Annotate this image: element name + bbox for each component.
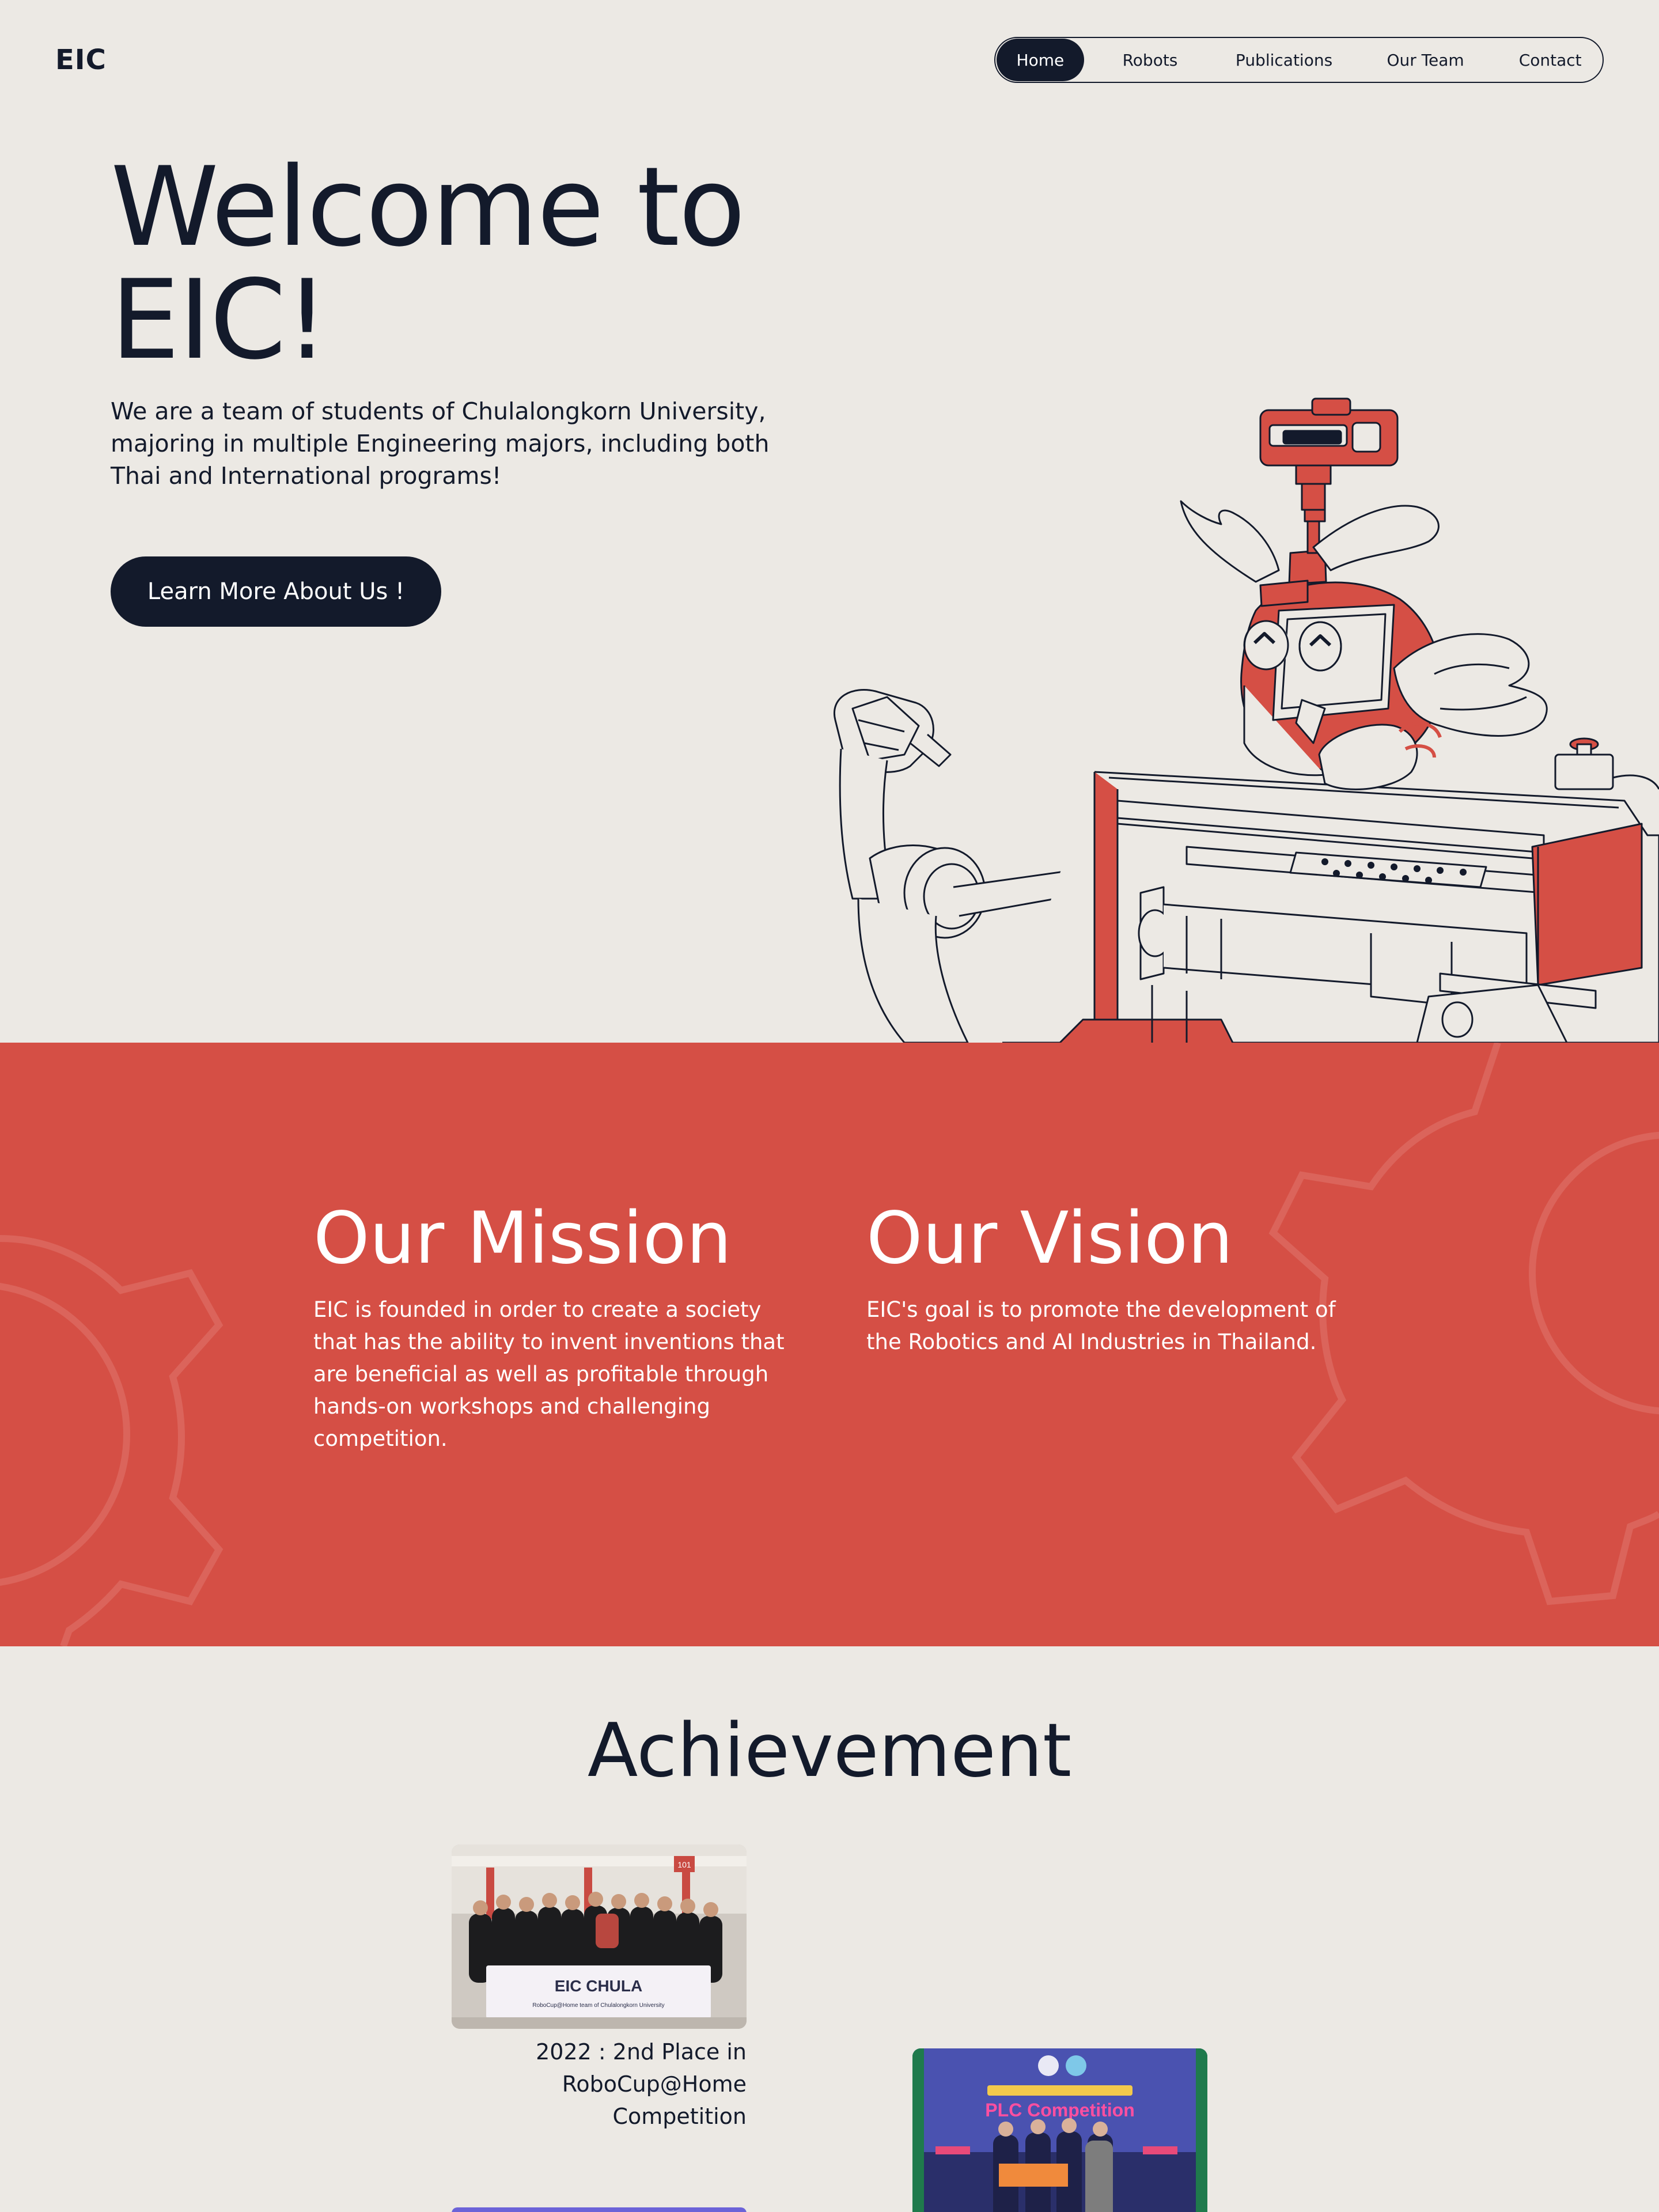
plc-banner-title: PLC Competition — [985, 2100, 1135, 2120]
hero-title: Welcome to EIC! — [111, 151, 917, 377]
site-logo[interactable]: EIC — [55, 44, 107, 76]
achievement-photo-plc[interactable]: PLC Competition — [912, 2048, 1207, 2212]
hero-title-line2: EIC! — [111, 256, 329, 384]
learn-more-button[interactable]: Learn More About Us ! — [111, 556, 441, 627]
banner-title: EIC CHULA — [555, 1977, 642, 1995]
robot-illustration — [834, 397, 1659, 1043]
main-nav: Home Robots Publications Our Team Contac… — [994, 37, 1604, 83]
mission-vision-section: Our Mission EIC is founded in order to c… — [0, 1043, 1659, 1646]
hero-description: We are a team of students of Chulalongko… — [111, 397, 770, 490]
achievement-photo-third[interactable] — [452, 2207, 747, 2212]
achievement-photo-robocup[interactable]: 101 EIC CHULA RoboCup@Home team of Chula… — [452, 1844, 747, 2029]
nav-publications[interactable]: Publications — [1216, 39, 1352, 81]
vision-title: Our Vision — [866, 1197, 1233, 1280]
banner-subtitle: RoboCup@Home team of Chulalongkorn Unive… — [532, 2002, 664, 2009]
nav-robots[interactable]: Robots — [1084, 39, 1217, 81]
nav-contact[interactable]: Contact — [1499, 39, 1601, 81]
booth-number: 101 — [677, 1860, 691, 1869]
nav-our-team[interactable]: Our Team — [1352, 39, 1499, 81]
mission-text: EIC is founded in order to create a soci… — [313, 1297, 785, 1451]
vision-text: EIC's goal is to promote the development… — [866, 1297, 1336, 1354]
gear-pattern-background — [0, 1043, 1659, 1646]
mission-title: Our Mission — [313, 1197, 732, 1280]
hero-title-line1: Welcome to — [111, 143, 745, 271]
achievement-title: Achievement — [587, 1708, 1072, 1794]
nav-home[interactable]: Home — [997, 39, 1084, 81]
achievement-caption-robocup: 2022 : 2nd Place in RoboCup@Home Competi… — [536, 2039, 747, 2129]
